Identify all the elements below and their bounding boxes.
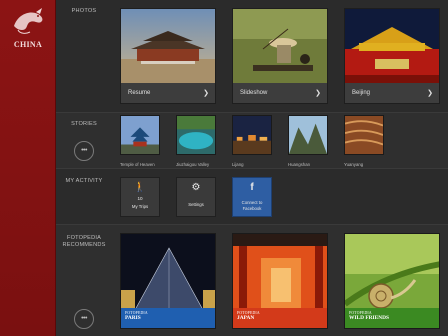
facebook-icon: f [250,182,254,193]
connect-facebook-button[interactable]: f Connect to Facebook [232,177,272,217]
stories-label: STORIES [71,121,97,127]
dragon-logo-icon [14,8,43,34]
gear-icon: ⚙ [191,182,201,193]
trips-label: My Trips [131,204,149,209]
recommend-brand: FOTOPEDIA [349,311,372,315]
photo-caption: Slideshow [233,83,327,103]
settings-label: Settings [188,202,204,207]
story-item[interactable]: Temple of Heaven [120,115,164,167]
photo-caption: Beijing [345,83,439,103]
story-item[interactable]: Jiuzhaigou Valley [176,115,220,167]
facebook-label: Connect to Facebook [241,200,263,211]
forbidden-city-image [121,9,215,83]
recommend-band: FOTOPEDIA PARIS [121,308,215,328]
brand-title: CHINA [13,40,43,49]
huangshan-thumb [288,115,328,155]
recommends-label: FOTOPEDIA RECOMMENDS [62,235,106,248]
recommend-band: FOTOPEDIA WILD FRIENDS [345,308,439,328]
photo-tile-beijing[interactable]: Beijing ❯ [344,8,440,104]
story-label: Jiuzhaigou Valley [176,162,210,167]
lijang-thumb [232,115,272,155]
recommend-band: FOTOPEDIA JAPAN [233,308,327,328]
photos-section: PHOTOS Resume ❯ Slideshow ❯ Beijing ❯ [56,0,448,112]
chevron-right-icon: ❯ [203,90,209,97]
fisherman-image [233,9,327,83]
story-label: Yuanyang [344,162,364,167]
chevron-right-icon: ❯ [427,90,433,97]
settings-button[interactable]: ⚙ Settings [176,177,216,217]
jiuzhaigou-thumb [176,115,216,155]
activity-section: MY ACTIVITY 🚶 10 My Trips ⚙ Settings f C… [56,168,448,224]
photos-label: PHOTOS [71,8,97,14]
walking-person-icon: 🚶 [133,182,147,193]
recommend-place: PARIS [125,315,141,321]
recommend-tile-wild-friends[interactable]: FOTOPEDIA WILD FRIENDS [344,233,440,329]
recommends-more-button[interactable]: ••• [74,309,94,329]
recommends-section: FOTOPEDIA RECOMMENDS ••• FOTOPEDIA PARIS… [56,224,448,336]
story-item[interactable]: Huangshan [288,115,332,167]
yuanyang-thumb [344,115,384,155]
recommend-tile-paris[interactable]: FOTOPEDIA PARIS [120,233,216,329]
photo-caption: Resume [121,83,215,103]
chevron-right-icon: ❯ [315,90,321,97]
story-label: Huangshan [288,162,310,167]
story-item[interactable]: Yuanyang [344,115,388,167]
recommend-place: WILD FRIENDS [349,315,389,321]
trips-count: 10 [137,196,143,201]
temple-of-heaven-thumb [120,115,160,155]
photo-tile-resume[interactable]: Resume ❯ [120,8,216,104]
story-label: Temple of Heaven [120,162,155,167]
story-item[interactable]: Lijang [232,115,276,167]
recommend-brand: FOTOPEDIA [237,311,260,315]
app-sidebar: CHINA [0,0,56,336]
my-trips-button[interactable]: 🚶 10 My Trips [120,177,160,217]
tiananmen-image [345,9,439,83]
stories-section: STORIES ••• Temple of Heaven Jiuzhaigou … [56,112,448,168]
recommend-brand: FOTOPEDIA [125,311,148,315]
story-label: Lijang [232,162,244,167]
recommend-place: JAPAN [237,315,255,321]
activity-label: MY ACTIVITY [65,178,103,184]
stories-more-button[interactable]: ••• [74,141,94,161]
recommend-tile-japan[interactable]: FOTOPEDIA JAPAN [232,233,328,329]
photo-tile-slideshow[interactable]: Slideshow ❯ [232,8,328,104]
